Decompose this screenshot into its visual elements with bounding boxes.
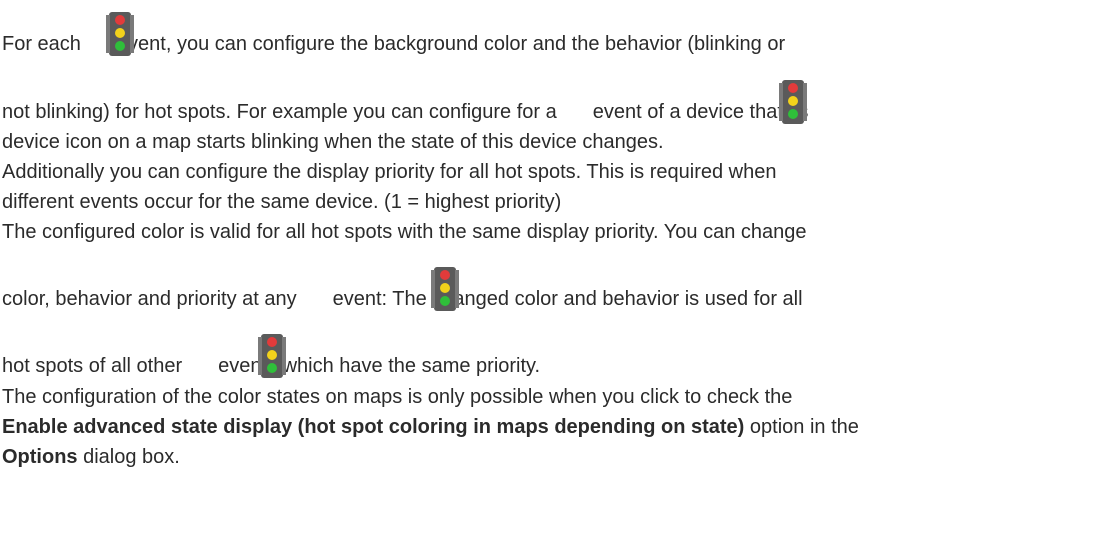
paragraph-1-line-3: device icon on a map starts blinking whe… [2,131,664,153]
text-hot-spots-other: hot spots of all other [2,355,183,377]
paragraph-2-line-1: Additionally you can configure the displ… [2,161,777,183]
paragraph-3-line-2: color, behavior and priority at any event… [2,287,803,311]
text-option-in-the: option in the [744,416,859,438]
dialog-name-options: Options [2,446,78,468]
traffic-light-icon [779,80,807,124]
paragraph-4-line-3: Options dialog box. [2,445,180,469]
text-color-behavior: color, behavior and priority at any [2,288,297,310]
text-for-each: For each [2,33,81,55]
paragraph-3-line-1: The configured color is valid for all ho… [2,221,807,243]
paragraph-2-line-2: different events occur for the same devi… [2,191,562,213]
text-event-configure: event, you can configure the background … [116,33,786,55]
traffic-light-icon [106,12,134,56]
paragraph-4-line-1: The configuration of the color states on… [2,386,793,408]
text-event-of-device: event of a device that its [592,101,809,123]
text-not-blinking: not blinking) for hot spots. For example… [2,101,557,123]
traffic-light-icon [258,334,286,378]
text-event-changed: event: The changed color and behavior is… [332,288,803,310]
text-dialog-box: dialog box. [77,446,180,468]
paragraph-1-line-2: not blinking) for hot spots. For example… [2,100,808,124]
paragraph-4-line-2: Enable advanced state display (hot spot … [2,415,859,439]
traffic-light-icon [431,267,459,311]
option-name-enable-advanced-state-display: Enable advanced state display (hot spot … [2,416,745,438]
